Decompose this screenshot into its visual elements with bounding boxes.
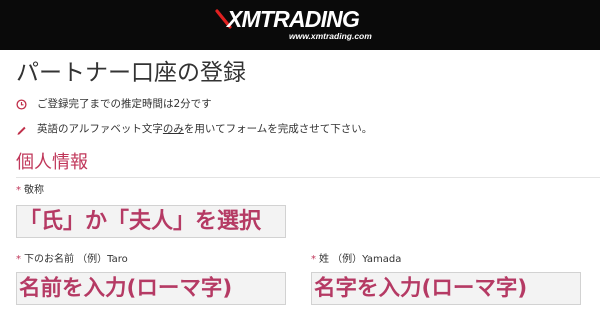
hint-text: 名前を入力(ローマ字) [19,276,233,301]
field-label-first-name: * 下のお名前 （例）Taro [16,253,128,267]
section-title-personal-info: 個人情報 [16,152,88,173]
field-label-title: * 敬称 [16,184,44,198]
page-title: パートナー口座の登録 [16,60,246,86]
notice-text-emphasis: のみ [162,123,184,135]
site-header: XMTRADING www.xmtrading.com [0,0,600,50]
section-divider [16,177,600,178]
required-mark: * [16,185,21,196]
hint-text: 「氏」か「夫人」を選択 [19,209,262,234]
pencil-icon [17,126,26,135]
hint-text: 名字を入力(ローマ字) [314,276,528,301]
field-label-text: 姓 （例）Yamada [319,254,402,265]
notice-text: 英語のアルファベット文字のみを用いてフォームを完成させて下さい。 [37,121,372,137]
page: XMTRADING www.xmtrading.com パートナー口座の登録 ご… [0,0,600,316]
clock-icon [16,98,27,110]
notice-estimated-time: ご登録完了までの推定時間は2分です [16,96,212,112]
field-label-text: 敬称 [24,185,44,196]
notice-text-part: 英語のアルファベット文字 [37,123,163,135]
title-select-hint[interactable]: 「氏」か「夫人」を選択 [16,205,286,238]
required-mark: * [311,254,316,265]
xmtrading-logo[interactable]: XMTRADING www.xmtrading.com [215,5,385,45]
logo-text: XMTRADING [227,6,360,32]
first-name-input-hint[interactable]: 名前を入力(ローマ字) [16,272,286,305]
required-mark: * [16,254,21,265]
field-label-last-name: * 姓 （例）Yamada [311,253,401,267]
notice-text: ご登録完了までの推定時間は2分です [37,98,212,110]
field-label-text: 下のお名前 （例）Taro [24,254,128,265]
notice-english-only: 英語のアルファベット文字のみを用いてフォームを完成させて下さい。 [16,121,372,137]
last-name-input-hint[interactable]: 名字を入力(ローマ字) [311,272,581,305]
notice-text-part: を用いてフォームを完成させて下さい。 [183,123,373,135]
logo-url: www.xmtrading.com [289,31,372,41]
